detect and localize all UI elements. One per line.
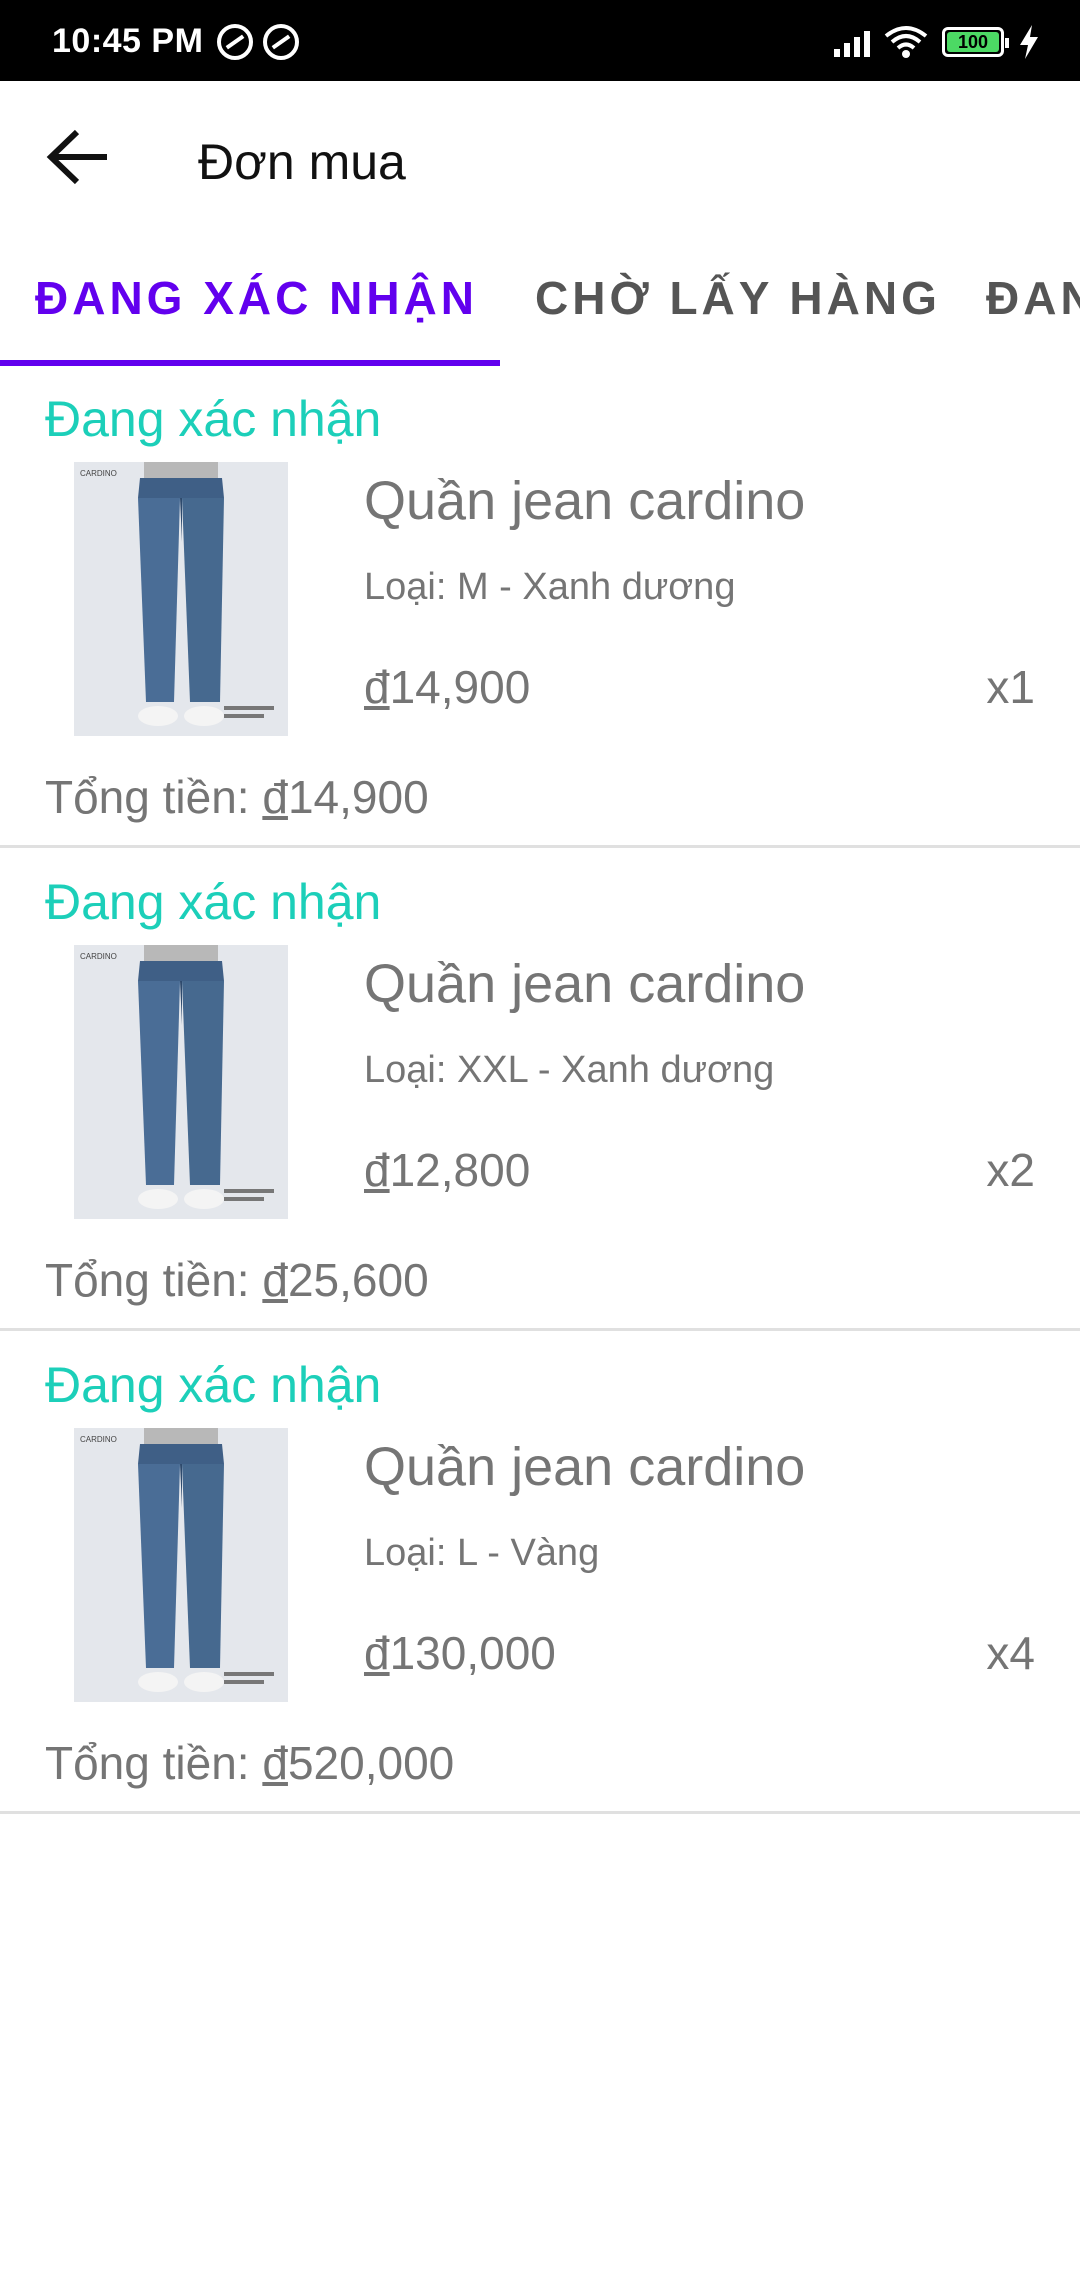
product-name: Quần jean cardino [364,471,806,531]
order-status: Đang xác nhận [45,874,382,930]
product-quantity: x4 [986,1627,1035,1679]
order-card[interactable]: Đang xác nhận CARDINO Quần jean cardino … [0,1332,1080,1814]
product-variant: Loại: L - Vàng [364,1532,600,1574]
battery-icon: 100 [942,27,1009,57]
brand-logo: CARDINO [80,1435,117,1444]
back-button[interactable] [36,115,120,199]
product-variant: Loại: XXL - Xanh dương [364,1049,775,1091]
product-price: đ12,800 [364,1144,531,1196]
arrow-back-icon [46,129,107,185]
product-quantity: x1 [986,661,1035,713]
signal-icon [834,27,870,57]
wifi-icon [884,26,928,58]
product-name: Quần jean cardino [364,1437,806,1497]
tab-shipping[interactable]: ĐAN [986,271,1080,325]
order-total: Tổng tiền: đ520,000 [45,1737,455,1789]
order-status: Đang xác nhận [45,1357,382,1413]
order-status-tabs: ĐANG XÁC NHẬN CHỜ LẤY HÀNG ĐAN [0,241,1080,366]
order-total: Tổng tiền: đ14,900 [45,771,429,823]
order-card[interactable]: Đang xác nhận CARDINO Quần jean cardino … [0,849,1080,1331]
brand-logo: CARDINO [80,952,117,961]
system-icons: 100 [834,24,1040,60]
tab-awaiting-pickup[interactable]: CHỜ LẤY HÀNG [535,271,941,325]
app-bar: Đơn mua [0,81,1080,241]
notification-icon [217,24,253,60]
battery-level: 100 [947,32,999,52]
product-image: CARDINO [74,1428,288,1702]
notification-icon [263,24,299,60]
product-image: CARDINO [74,945,288,1219]
brand-logo: CARDINO [80,469,117,478]
order-total: Tổng tiền: đ25,600 [45,1254,429,1306]
charging-icon [1020,25,1038,59]
product-quantity: x2 [986,1144,1035,1196]
status-bar: 10:45 PM 100 [0,0,1080,81]
tab-pending-confirmation[interactable]: ĐANG XÁC NHẬN [35,271,478,325]
product-image: CARDINO [74,462,288,736]
page-title: Đơn mua [198,134,406,190]
product-price: đ14,900 [364,661,531,713]
product-name: Quần jean cardino [364,954,806,1014]
product-variant: Loại: M - Xanh dương [364,566,736,608]
product-price: đ130,000 [364,1627,556,1679]
notification-icons [217,24,299,60]
status-time: 10:45 PM [52,22,204,60]
order-card[interactable]: Đang xác nhận CARDINO Quần jean cardino … [0,366,1080,848]
order-status: Đang xác nhận [45,391,382,447]
